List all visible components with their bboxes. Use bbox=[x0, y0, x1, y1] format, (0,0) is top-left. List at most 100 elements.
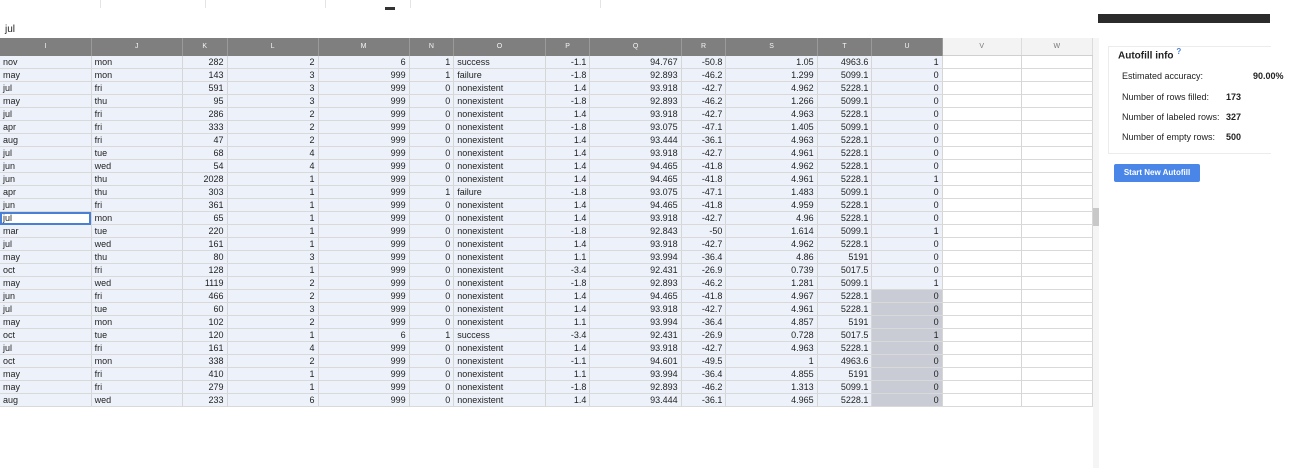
table-cell[interactable]: 1.4 bbox=[545, 211, 591, 225]
table-cell[interactable]: oct bbox=[0, 354, 92, 368]
table-cell[interactable]: 5228.1 bbox=[817, 198, 873, 212]
table-cell[interactable]: 999 bbox=[318, 68, 410, 82]
table-cell[interactable]: 1.4 bbox=[545, 81, 591, 95]
table-cell[interactable]: 5228.1 bbox=[817, 302, 873, 316]
table-cell[interactable]: 999 bbox=[318, 133, 410, 147]
formula-bar[interactable]: jul bbox=[0, 22, 1095, 39]
table-cell[interactable]: 4.963 bbox=[725, 341, 818, 355]
table-cell[interactable]: -42.7 bbox=[681, 302, 727, 316]
table-cell[interactable]: 0 bbox=[871, 120, 943, 134]
table-cell[interactable]: -1.8 bbox=[545, 120, 591, 134]
column-header-j[interactable]: J bbox=[91, 38, 183, 56]
table-cell[interactable]: 5228.1 bbox=[817, 133, 873, 147]
table-cell[interactable]: nonexistent bbox=[453, 276, 546, 290]
table-cell[interactable]: -1.8 bbox=[545, 185, 591, 199]
table-cell[interactable]: 4 bbox=[227, 159, 319, 173]
table-cell[interactable]: 92.431 bbox=[589, 328, 682, 342]
table-cell[interactable]: 5228.1 bbox=[817, 341, 873, 355]
table-cell[interactable]: thu bbox=[91, 172, 183, 186]
table-cell[interactable]: 0 bbox=[409, 107, 455, 121]
table-cell[interactable]: 1.266 bbox=[725, 94, 818, 108]
table-cell[interactable]: mon bbox=[91, 55, 183, 69]
table-cell[interactable]: 0 bbox=[409, 81, 455, 95]
table-cell[interactable]: nonexistent bbox=[453, 94, 546, 108]
table-cell[interactable] bbox=[1021, 367, 1093, 381]
table-cell[interactable]: 0 bbox=[871, 367, 943, 381]
table-cell[interactable] bbox=[942, 107, 1022, 121]
table-cell[interactable]: 999 bbox=[318, 250, 410, 264]
table-cell[interactable]: 1 bbox=[409, 328, 455, 342]
table-cell[interactable]: 5099.1 bbox=[817, 120, 873, 134]
scrollbar-thumb[interactable] bbox=[1093, 208, 1099, 226]
table-cell[interactable]: fri bbox=[91, 263, 183, 277]
table-cell[interactable]: -1.1 bbox=[545, 354, 591, 368]
table-cell[interactable]: 0 bbox=[409, 133, 455, 147]
table-cell[interactable]: 0 bbox=[871, 94, 943, 108]
table-cell[interactable]: nonexistent bbox=[453, 211, 546, 225]
table-cell[interactable]: 5017.5 bbox=[817, 263, 873, 277]
table-cell[interactable]: 4 bbox=[227, 341, 319, 355]
table-cell[interactable]: 1.4 bbox=[545, 198, 591, 212]
table-cell[interactable]: 5099.1 bbox=[817, 276, 873, 290]
table-cell[interactable]: 999 bbox=[318, 224, 410, 238]
table-cell[interactable]: nonexistent bbox=[453, 367, 546, 381]
table-cell[interactable]: -26.9 bbox=[681, 328, 727, 342]
table-cell[interactable]: 54 bbox=[182, 159, 228, 173]
table-cell[interactable]: 4.963 bbox=[725, 107, 818, 121]
table-cell[interactable]: 361 bbox=[182, 198, 228, 212]
column-header-t[interactable]: T bbox=[817, 38, 873, 56]
table-cell[interactable]: 591 bbox=[182, 81, 228, 95]
table-cell[interactable] bbox=[1021, 315, 1093, 329]
table-cell[interactable]: 5099.1 bbox=[817, 185, 873, 199]
table-cell[interactable]: 999 bbox=[318, 146, 410, 160]
table-cell[interactable]: 999 bbox=[318, 263, 410, 277]
table-cell[interactable]: 92.431 bbox=[589, 263, 682, 277]
table-cell[interactable] bbox=[1021, 393, 1093, 407]
table-cell[interactable] bbox=[942, 315, 1022, 329]
table-cell[interactable]: 161 bbox=[182, 341, 228, 355]
table-cell[interactable]: nonexistent bbox=[453, 341, 546, 355]
table-cell[interactable]: success bbox=[453, 55, 546, 69]
table-cell[interactable]: wed bbox=[91, 237, 183, 251]
table-cell[interactable] bbox=[942, 276, 1022, 290]
table-cell[interactable]: 94.465 bbox=[589, 289, 682, 303]
table-cell[interactable]: 3 bbox=[227, 302, 319, 316]
table-cell[interactable]: jun bbox=[0, 198, 92, 212]
table-cell[interactable] bbox=[1021, 68, 1093, 82]
table-cell[interactable]: 303 bbox=[182, 185, 228, 199]
table-cell[interactable]: 1.1 bbox=[545, 250, 591, 264]
column-header-k[interactable]: K bbox=[182, 38, 228, 56]
toolbar-segment[interactable] bbox=[410, 0, 601, 8]
table-cell[interactable]: may bbox=[0, 276, 92, 290]
table-cell[interactable]: -1.8 bbox=[545, 276, 591, 290]
table-cell[interactable]: 94.767 bbox=[589, 55, 682, 69]
table-cell[interactable]: 5228.1 bbox=[817, 107, 873, 121]
spreadsheet-grid[interactable]: IJKLMNOPQRSTUVW nov mon 282 2 6 1 success -1.1 9… bbox=[0, 38, 1093, 468]
table-cell[interactable] bbox=[942, 81, 1022, 95]
table-cell[interactable]: 999 bbox=[318, 81, 410, 95]
table-cell[interactable] bbox=[942, 393, 1022, 407]
table-cell[interactable]: -42.7 bbox=[681, 341, 727, 355]
table-cell[interactable]: 999 bbox=[318, 380, 410, 394]
table-cell[interactable]: fri bbox=[91, 81, 183, 95]
table-cell[interactable]: 6 bbox=[318, 328, 410, 342]
table-cell[interactable]: 999 bbox=[318, 94, 410, 108]
table-cell[interactable]: 0 bbox=[409, 289, 455, 303]
table-cell[interactable]: 1.4 bbox=[545, 133, 591, 147]
table-cell[interactable]: 1.1 bbox=[545, 367, 591, 381]
table-cell[interactable]: 5228.1 bbox=[817, 289, 873, 303]
table-cell[interactable]: 220 bbox=[182, 224, 228, 238]
table-cell[interactable] bbox=[1021, 185, 1093, 199]
table-cell[interactable]: -46.2 bbox=[681, 276, 727, 290]
table-cell[interactable]: 5228.1 bbox=[817, 159, 873, 173]
table-cell[interactable] bbox=[1021, 159, 1093, 173]
table-cell[interactable]: 5099.1 bbox=[817, 380, 873, 394]
table-cell[interactable]: jul bbox=[0, 81, 92, 95]
table-cell[interactable]: 1.483 bbox=[725, 185, 818, 199]
table-cell[interactable]: failure bbox=[453, 68, 546, 82]
table-cell[interactable]: 143 bbox=[182, 68, 228, 82]
table-cell[interactable]: jun bbox=[0, 172, 92, 186]
table-cell[interactable]: nonexistent bbox=[453, 224, 546, 238]
table-cell[interactable]: 1 bbox=[227, 185, 319, 199]
table-cell[interactable]: 1 bbox=[409, 185, 455, 199]
